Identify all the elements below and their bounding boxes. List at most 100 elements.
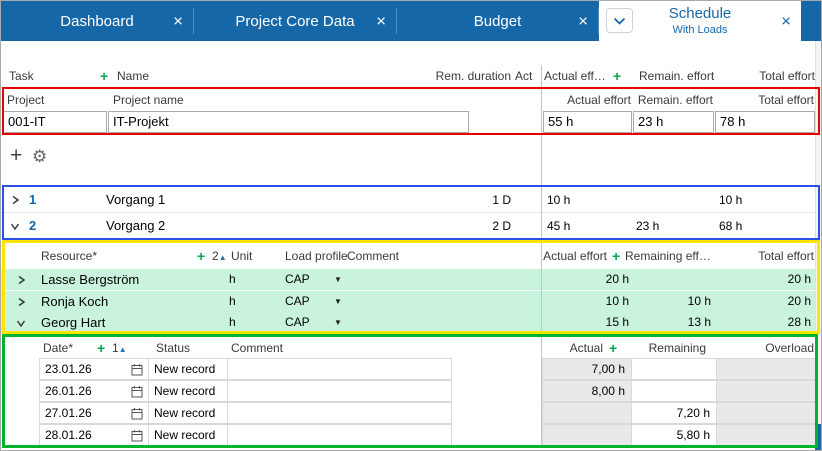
task-total-effort: 10 h [719, 187, 742, 213]
add-task-icon[interactable]: + [100, 65, 108, 87]
sort-order-number: 2 [212, 249, 219, 263]
comment-cell[interactable] [227, 358, 452, 380]
tab-dashboard[interactable]: Dashboard × [1, 1, 193, 41]
close-icon[interactable]: × [376, 13, 386, 30]
add-effort-icon[interactable]: + [612, 245, 620, 267]
date-cell[interactable]: 28.01.26 [39, 424, 149, 446]
task-row[interactable]: 1 Vorgang 1 1 D 10 h 10 h [1, 187, 816, 213]
task-name[interactable]: Vorgang 2 [106, 213, 165, 239]
col-header-date: Date* [43, 337, 73, 359]
vertical-scrollbar[interactable] [815, 41, 822, 451]
col-header-remain-effort: Remain. effort [639, 65, 714, 87]
sort-indicator[interactable]: 2▲ [212, 245, 227, 269]
task-rem-duration[interactable]: 2 D [431, 213, 511, 239]
col-header-task: Task [9, 65, 34, 87]
close-icon[interactable]: × [173, 13, 183, 30]
date-cell[interactable]: 27.01.26 [39, 402, 149, 424]
tab-budget[interactable]: Budget × [397, 1, 598, 41]
resource-row[interactable]: Ronja Koch h CAP ▼ 10 h 10 h 20 h [1, 291, 816, 312]
col-header-remain-effort: Remain. effort [633, 89, 713, 111]
tab-label: Dashboard [60, 13, 133, 30]
date-cell[interactable]: 26.01.26 [39, 380, 149, 402]
resource-load-profile[interactable]: CAP [285, 269, 310, 290]
dropdown-arrow-icon[interactable]: ▼ [334, 291, 342, 312]
chevron-right-icon[interactable] [11, 195, 20, 205]
chevron-down-icon[interactable] [606, 8, 633, 33]
comment-cell[interactable] [227, 380, 452, 402]
date-value: 26.01.26 [40, 384, 92, 398]
chevron-down-icon[interactable] [10, 222, 20, 231]
calendar-icon[interactable] [131, 407, 143, 420]
resource-remaining-effort[interactable]: 10 h [631, 291, 711, 312]
add-effort-column-icon[interactable]: + [613, 65, 621, 87]
resource-unit[interactable]: h [229, 291, 236, 312]
scrollbar-thumb[interactable] [815, 424, 822, 450]
task-row[interactable]: 2 Vorgang 2 2 D 45 h 23 h 68 h [1, 213, 816, 239]
add-actual-icon[interactable]: + [609, 337, 617, 359]
resource-total-effort: 28 h [715, 312, 811, 333]
chevron-down-icon[interactable] [16, 319, 26, 328]
project-id-field[interactable]: 001-IT [3, 111, 107, 133]
calendar-icon[interactable] [131, 385, 143, 398]
resource-total-effort: 20 h [715, 291, 811, 312]
remaining-cell[interactable]: 7,20 h [631, 402, 717, 424]
status-value: New record [149, 362, 215, 376]
project-total-effort-field[interactable]: 78 h [715, 111, 815, 133]
col-header-comment: Comment [347, 245, 399, 267]
settings-gear-icon[interactable]: ⚙ [32, 148, 47, 165]
resource-actual-effort: 15 h [541, 312, 629, 333]
close-icon[interactable]: × [781, 13, 791, 30]
col-header-status: Status [156, 337, 190, 359]
status-cell[interactable]: New record [148, 380, 228, 402]
actual-cell [542, 424, 632, 446]
tab-project-core-data[interactable]: Project Core Data × [194, 1, 396, 41]
overload-cell [716, 402, 816, 424]
resource-unit[interactable]: h [229, 269, 236, 290]
add-date-record-icon[interactable]: + [97, 337, 105, 359]
project-remaining-effort-field[interactable]: 23 h [633, 111, 714, 133]
status-cell[interactable]: New record [148, 358, 228, 380]
status-value: New record [149, 384, 215, 398]
task-number: 2 [29, 213, 36, 239]
tab-schedule[interactable]: Schedule With Loads × [599, 1, 801, 41]
date-cell[interactable]: 23.01.26 [39, 358, 149, 380]
chevron-right-icon[interactable] [17, 297, 26, 307]
resource-row[interactable]: Lasse Bergström h CAP ▼ 20 h 20 h [1, 269, 816, 290]
chevron-right-icon[interactable] [17, 275, 26, 285]
sort-asc-icon: ▲ [119, 345, 127, 354]
col-header-actual: Actual [541, 337, 603, 359]
dropdown-arrow-icon[interactable]: ▼ [334, 269, 342, 290]
resource-load-profile[interactable]: CAP [285, 291, 310, 312]
resource-remaining-effort[interactable]: 13 h [631, 312, 711, 333]
resource-row[interactable]: Georg Hart h CAP ▼ 15 h 13 h 28 h [1, 312, 816, 333]
calendar-icon[interactable] [131, 429, 143, 442]
remaining-cell[interactable] [631, 358, 717, 380]
column-divider [541, 65, 542, 448]
col-header-comment: Comment [231, 337, 283, 359]
tab-title: Schedule [669, 5, 732, 24]
status-cell[interactable]: New record [148, 402, 228, 424]
task-total-effort: 68 h [719, 213, 742, 239]
resource-name: Ronja Koch [41, 291, 108, 312]
close-icon[interactable]: × [578, 13, 588, 30]
task-remaining-effort: 23 h [636, 213, 659, 239]
project-name-field[interactable]: IT-Projekt [108, 111, 469, 133]
task-rem-duration[interactable]: 1 D [431, 187, 511, 213]
remaining-cell[interactable]: 5,80 h [631, 424, 717, 446]
resource-load-profile[interactable]: CAP [285, 312, 310, 333]
comment-cell[interactable] [227, 402, 452, 424]
add-row-button[interactable]: + [10, 145, 22, 166]
status-value: New record [149, 406, 215, 420]
project-row: 001-IT IT-Projekt 55 h 23 h 78 h [1, 111, 816, 134]
calendar-icon[interactable] [131, 363, 143, 376]
task-name[interactable]: Vorgang 1 [106, 187, 165, 213]
dropdown-arrow-icon[interactable]: ▼ [334, 312, 342, 333]
col-header-load-profile: Load profile [285, 245, 348, 267]
add-resource-icon[interactable]: + [197, 245, 205, 267]
comment-cell[interactable] [227, 424, 452, 446]
resource-unit[interactable]: h [229, 312, 236, 333]
remaining-cell[interactable] [631, 380, 717, 402]
tab-bar-filler [801, 1, 822, 41]
project-actual-effort-field[interactable]: 55 h [543, 111, 632, 133]
status-cell[interactable]: New record [148, 424, 228, 446]
